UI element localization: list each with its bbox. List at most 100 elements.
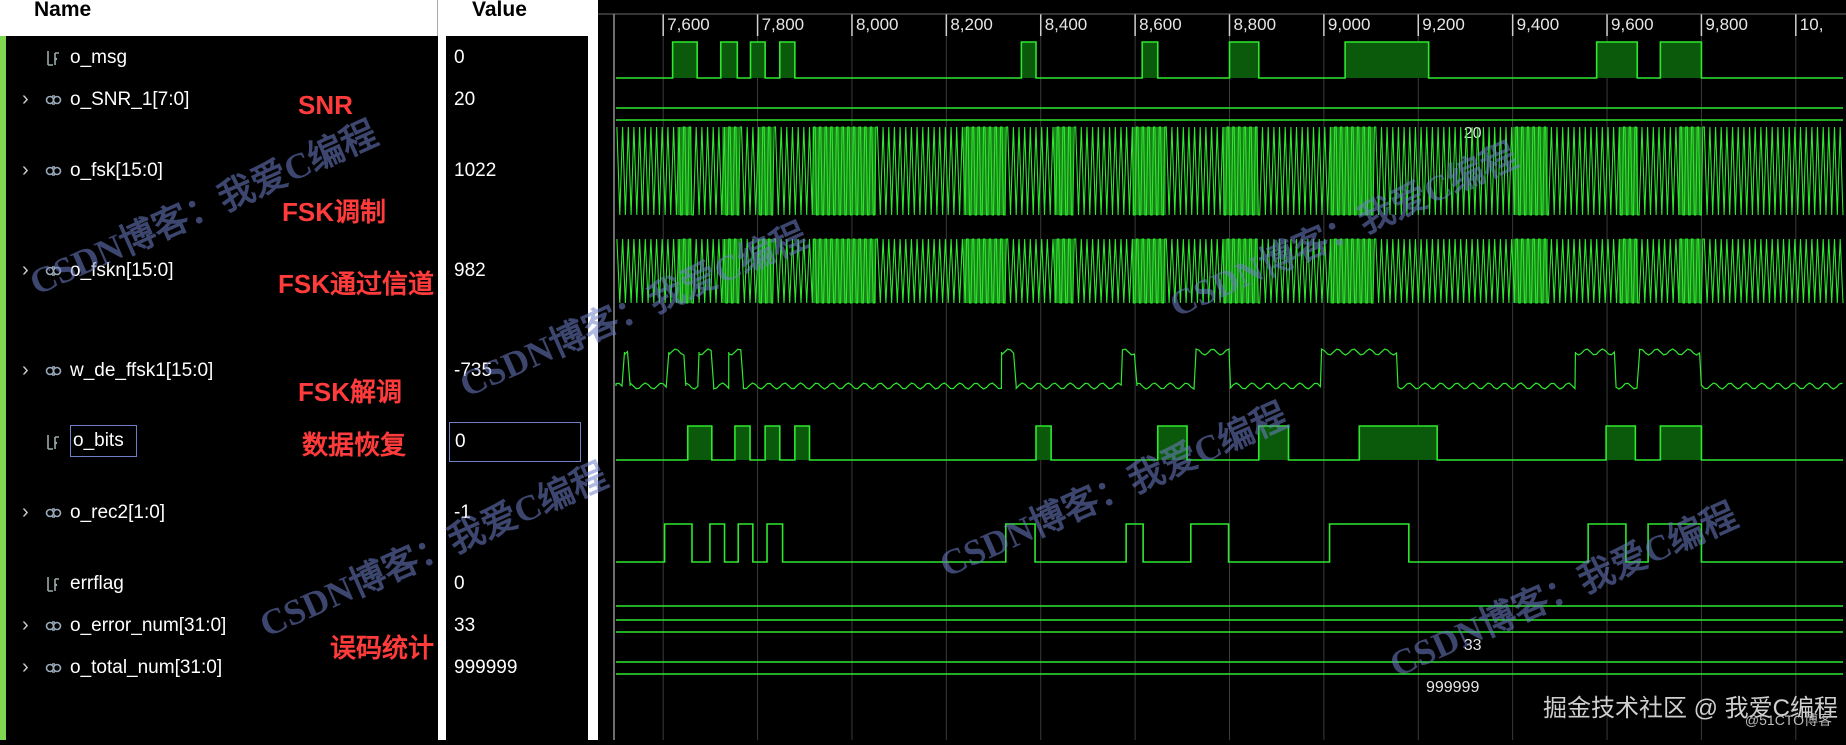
o-fskn-wave-dense-band [1678,239,1702,303]
time-tick-label: 9,600 [1611,15,1654,34]
wire-icon [45,49,61,73]
chevron-right-icon[interactable]: › [22,88,29,111]
bus-icon [45,504,63,528]
signal-name[interactable]: o_msg [70,47,127,69]
annotation-fsk-channel: FSK通过信道 [278,269,435,299]
annotation-fsk-demodulation: FSK解调 [298,377,403,407]
signal-row-o-rec2[interactable]: › o_rec2[1:0] [0,495,438,531]
annotation-fsk-modulation: FSK调制 [282,197,387,227]
signal-value: 1022 [454,160,497,181]
bus-icon [45,659,63,683]
signal-name[interactable]: w_de_ffsk1[15:0] [70,360,213,382]
signal-row-o-msg[interactable]: o_msg [0,40,438,76]
bus-icon [45,91,63,115]
time-tick-label: 10, [1800,15,1824,34]
chevron-right-icon[interactable]: › [22,159,29,182]
signal-name[interactable]: o_rec2[1:0] [70,502,165,524]
o-fskn-wave-dense-band [1053,239,1074,303]
o-fsk-wave-dense-band [1222,127,1258,215]
name-header-label: Name [34,0,92,21]
signal-value: 33 [454,615,476,636]
o-fsk-wave-dense-band [1618,127,1639,215]
o-fsk-wave-dense-band [812,127,877,215]
o-bits-wave-fill [1359,426,1438,460]
o-msg-wave-fill [1142,42,1158,78]
time-tick-label: 9,000 [1328,15,1371,34]
value-header-label: Value [472,0,527,21]
signal-value: 0 [455,431,466,452]
signal-name[interactable]: errflag [70,573,124,595]
column-separator-right[interactable] [588,0,598,740]
column-separator[interactable] [438,0,446,740]
signal-value-row[interactable]: 0 [449,422,581,462]
annotation-error-statistics: 误码统计 [330,633,435,663]
signal-name[interactable]: o_error_num[31:0] [70,615,226,637]
signal-value-row[interactable]: 999999 [454,650,584,686]
o-msg-wave-fill [672,42,698,78]
signal-row-o-SNR-1[interactable]: › o_SNR_1[7:0] [0,82,438,118]
bus-icon [45,617,63,641]
time-tick-label: 9,800 [1705,15,1748,34]
time-tick-label: 9,200 [1422,15,1465,34]
signal-value-row[interactable]: 33 [454,608,584,644]
o-fskn-wave-dense-band [1513,239,1549,303]
o-fsk-wave-dense-band [963,127,1006,215]
time-tick-label: 7,600 [667,15,710,34]
o-msg-wave-fill [1596,42,1638,78]
wire-icon [45,433,61,457]
o-msg-wave-fill [720,42,738,78]
o-bits-wave-fill [1606,426,1636,460]
signal-value-row[interactable]: 982 [454,253,584,289]
o-msg-wave [616,41,1843,79]
o-bits-wave-fill [794,426,810,460]
o-fsk-wave-dense-band [1132,127,1166,215]
signal-name[interactable]: o_fsk[15:0] [70,160,163,182]
signal-value: 999999 [454,657,518,678]
o-bits-wave-fill [1036,426,1052,460]
o-fskn-wave-dense-band [1618,239,1639,303]
chevron-right-icon[interactable]: › [22,614,29,637]
bus-icon [45,362,63,386]
signal-name[interactable]: o_SNR_1[7:0] [70,89,189,111]
o-fsk-wave-dense-band [1678,127,1702,215]
waveform-canvas[interactable]: 7,600 7,800 8,000 8,200 8,400 8,600 8,800 9,000… [598,0,1846,740]
signal-value: 0 [454,47,465,68]
o-msg-wave-fill [1660,42,1702,78]
signal-value: 20 [454,89,476,110]
o-msg-wave-fill [750,42,766,78]
o-fskn-wave-dense-band [812,239,877,303]
chevron-right-icon[interactable]: › [22,656,29,679]
signal-value: 982 [454,260,486,281]
name-column-header[interactable]: Name [0,0,438,36]
o-total-num-wave-value-label: 999999 [1426,679,1479,696]
o-msg-wave-fill [1345,42,1429,78]
o-bits-wave-fill [1660,426,1702,460]
signal-name[interactable]: o_bits [70,425,137,457]
signal-name[interactable]: o_total_num[31:0] [70,657,222,679]
value-column-header[interactable]: Value [446,0,588,36]
signal-value-row[interactable]: 0 [454,566,584,602]
o-bits-wave-fill [734,426,751,460]
o-msg-wave-fill [1229,42,1259,78]
time-tick-label: 8,200 [950,15,993,34]
o-fsk-wave-dense-band [758,127,773,215]
name-column-accent-bar [0,36,6,740]
time-tick-label: 9,400 [1517,15,1560,34]
o-fsk-wave-dense-band [677,127,692,215]
time-tick-label: 7,800 [762,15,805,34]
o-fsk-wave-dense-band [1053,127,1074,215]
time-tick-label: 8,400 [1045,15,1088,34]
signal-value-row[interactable]: 0 [454,40,584,76]
signal-value-row[interactable]: 20 [454,82,584,118]
o-bits-wave-fill [687,426,712,460]
annotation-data-recovery: 数据恢复 [302,430,407,460]
o-msg-wave-fill [779,42,795,78]
waveform-area[interactable]: 7,600 7,800 8,000 8,200 8,400 8,600 8,800 9,000… [598,0,1846,740]
chevron-right-icon[interactable]: › [22,501,29,524]
chevron-right-icon[interactable]: › [22,359,29,382]
o-fskn-wave-dense-band [1132,239,1166,303]
time-tick-label: 8,600 [1139,15,1182,34]
o-msg-wave-fill [1021,42,1037,78]
signal-value-row[interactable]: 1022 [454,153,584,189]
o-bits-wave-fill [765,426,780,460]
